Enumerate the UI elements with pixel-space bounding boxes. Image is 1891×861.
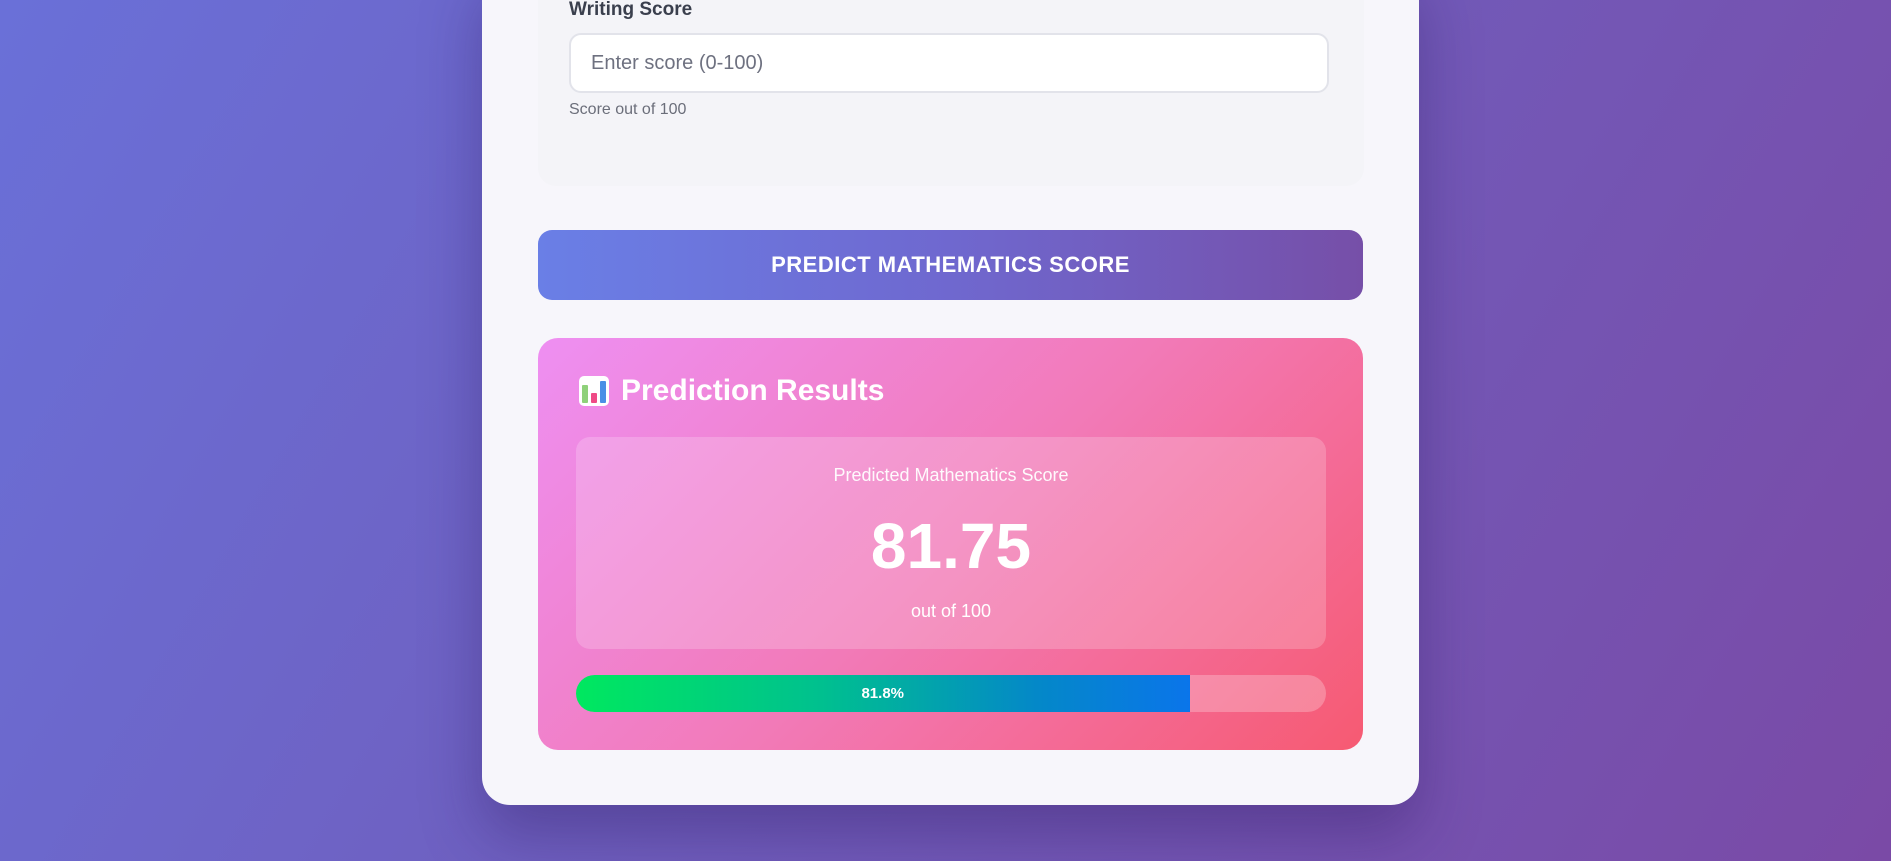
score-progress-fill: 81.8% [576, 675, 1190, 712]
results-heading: Prediction Results [579, 374, 884, 408]
score-progress-bar: 81.8% [576, 675, 1326, 712]
score-caption: Predicted Mathematics Score [833, 465, 1069, 485]
predicted-score-value: 81.75 [870, 510, 1032, 582]
prediction-card: Writing Score Score out of 100 PREDICT M… [482, 0, 1419, 805]
input-form-section [538, 0, 1364, 186]
writing-score-label: Writing Score [569, 0, 693, 20]
results-panel: Prediction Results Predicted Mathematics… [538, 338, 1363, 750]
writing-score-helper: Score out of 100 [569, 101, 687, 118]
results-title: Prediction Results [621, 374, 885, 407]
predict-button[interactable]: PREDICT MATHEMATICS SCORE [538, 230, 1363, 300]
score-out-of: out of 100 [910, 601, 992, 621]
bar-chart-icon [579, 376, 609, 406]
writing-score-input[interactable] [569, 33, 1329, 93]
score-box: Predicted Mathematics Score 81.75 out of… [576, 437, 1326, 649]
